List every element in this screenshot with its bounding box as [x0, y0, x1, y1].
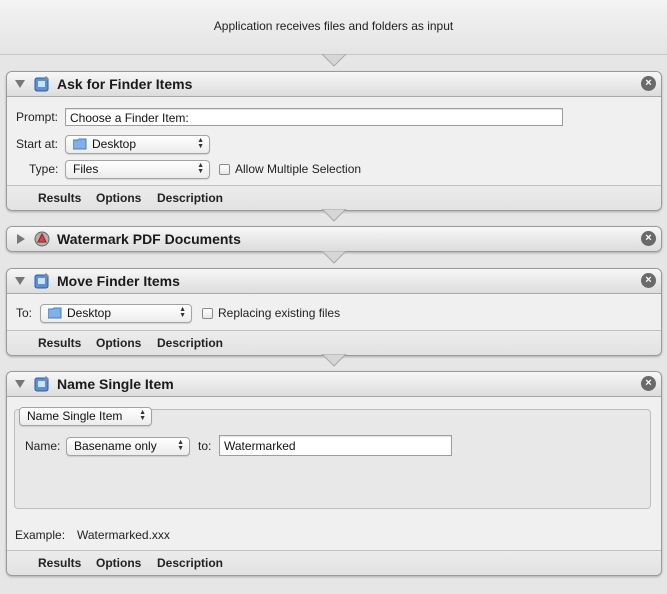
type-label: Type:: [29, 162, 59, 176]
allow-multiple-label: Allow Multiple Selection: [235, 162, 362, 176]
name-option-popup[interactable]: Basename only ▲ ▼: [66, 437, 190, 456]
automator-pdf-icon: [34, 231, 50, 247]
workflow-connector-icon: [321, 54, 347, 67]
action-title: Name Single Item: [57, 376, 174, 392]
tab-options[interactable]: Options: [96, 556, 141, 570]
start-at-popup[interactable]: Desktop ▲ ▼: [65, 135, 210, 154]
action-header[interactable]: Name Single Item ×: [7, 372, 661, 397]
start-at-label: Start at:: [16, 137, 59, 151]
close-icon[interactable]: ×: [641, 376, 656, 391]
disclosure-triangle-icon[interactable]: [15, 80, 25, 88]
workflow-input-header: Application receives files and folders a…: [0, 0, 667, 55]
action-name-single-item: Name Single Item × Name Single Item ▲ ▼ N…: [6, 371, 662, 576]
tab-results[interactable]: Results: [38, 556, 81, 570]
type-popup[interactable]: Files ▲ ▼: [65, 160, 210, 179]
prompt-input[interactable]: Choose a Finder Item:: [65, 108, 563, 126]
action-ask-for-finder-items: Ask for Finder Items × Prompt: Choose a …: [6, 71, 662, 211]
automator-finder-icon: [34, 76, 49, 92]
disclosure-triangle-icon[interactable]: [15, 277, 25, 285]
rename-mode-value: Name Single Item: [27, 409, 123, 423]
replacing-label: Replacing existing files: [218, 306, 341, 320]
tab-options[interactable]: Options: [96, 191, 141, 205]
action-header[interactable]: Watermark PDF Documents ×: [7, 227, 661, 251]
tab-description[interactable]: Description: [157, 191, 223, 205]
rename-mode-popup[interactable]: Name Single Item ▲ ▼: [19, 407, 152, 426]
example-value: Watermarked.xxx: [77, 528, 170, 542]
example-label: Example:: [15, 528, 66, 542]
workflow-connector-icon: [321, 251, 347, 264]
action-footer: Results Options Description: [7, 330, 661, 355]
popup-arrows-icon: ▲ ▼: [197, 137, 204, 150]
new-name-input[interactable]: Watermarked: [219, 435, 452, 456]
prompt-label: Prompt:: [16, 110, 59, 124]
name-label: Name:: [25, 439, 61, 453]
tab-description[interactable]: Description: [157, 336, 223, 350]
close-icon[interactable]: ×: [641, 273, 656, 288]
workflow-connector-icon: [321, 209, 347, 222]
automator-finder-icon: [34, 376, 49, 392]
popup-arrows-icon: ▲ ▼: [177, 439, 184, 452]
popup-arrows-icon: ▲ ▼: [179, 306, 186, 319]
desktop-folder-icon: [48, 307, 62, 319]
action-footer: Results Options Description: [7, 550, 661, 575]
start-at-value: Desktop: [92, 137, 137, 151]
action-header[interactable]: Ask for Finder Items ×: [7, 72, 661, 97]
tab-results[interactable]: Results: [38, 191, 81, 205]
action-title: Ask for Finder Items: [57, 76, 193, 92]
action-footer: Results Options Description: [7, 185, 661, 210]
automator-finder-icon: [34, 273, 49, 289]
action-body: Name Single Item ▲ ▼ Name: Basename only …: [7, 397, 661, 550]
action-body: Prompt: Choose a Finder Item: Start at: …: [7, 97, 661, 185]
disclosure-triangle-icon[interactable]: [17, 234, 25, 244]
destination-value: Desktop: [67, 306, 112, 320]
action-body: To: Desktop ▲ ▼ Replacing existing files: [7, 294, 661, 330]
action-title: Move Finder Items: [57, 273, 180, 289]
workflow-connector-icon: [321, 354, 347, 367]
action-header[interactable]: Move Finder Items ×: [7, 269, 661, 294]
close-icon[interactable]: ×: [641, 76, 656, 91]
tab-results[interactable]: Results: [38, 336, 81, 350]
name-option-value: Basename only: [74, 439, 157, 453]
action-move-finder-items: Move Finder Items × To: Desktop ▲ ▼ Repla…: [6, 268, 662, 356]
close-icon[interactable]: ×: [641, 231, 656, 246]
disclosure-triangle-icon[interactable]: [15, 380, 25, 388]
tab-description[interactable]: Description: [157, 556, 223, 570]
workflow-input-text: Application receives files and folders a…: [213, 19, 454, 33]
allow-multiple-checkbox[interactable]: [219, 164, 230, 175]
action-title: Watermark PDF Documents: [57, 231, 241, 247]
popup-arrows-icon: ▲ ▼: [139, 409, 146, 422]
desktop-folder-icon: [73, 138, 87, 150]
replacing-checkbox[interactable]: [202, 308, 213, 319]
to-label: to:: [198, 439, 212, 453]
to-label: To:: [16, 306, 33, 320]
action-watermark-pdf-documents: Watermark PDF Documents ×: [6, 226, 662, 252]
tab-options[interactable]: Options: [96, 336, 141, 350]
type-value: Files: [73, 162, 99, 176]
destination-popup[interactable]: Desktop ▲ ▼: [40, 304, 192, 323]
popup-arrows-icon: ▲ ▼: [197, 162, 204, 175]
